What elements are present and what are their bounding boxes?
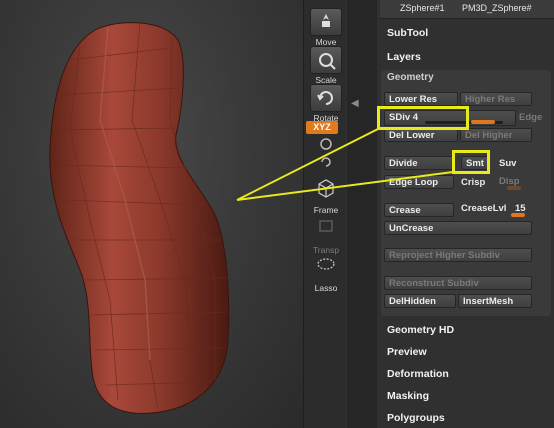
lasso-tool[interactable]: Lasso	[309, 256, 343, 293]
suv-toggle[interactable]: Suv	[499, 158, 516, 169]
sdiv-fill	[471, 120, 495, 124]
section-polygroups[interactable]: Polygroups	[387, 412, 445, 424]
section-layers[interactable]: Layers	[387, 51, 421, 63]
frame-label: Frame	[313, 205, 339, 215]
refresh-icon	[311, 154, 341, 180]
subtool-thumb-zsphere[interactable]: ZSphere#1	[400, 3, 445, 13]
section-preview[interactable]: Preview	[387, 346, 427, 358]
scale-icon	[310, 46, 342, 74]
higher-res-button[interactable]: Higher Res	[460, 92, 532, 106]
del-higher-button[interactable]: Del Higher	[460, 128, 532, 142]
transp-label: Transp	[312, 245, 340, 255]
del-lower-button[interactable]: Del Lower	[384, 128, 458, 142]
canvas-viewport[interactable]	[0, 0, 305, 428]
section-geometry-hd[interactable]: Geometry HD	[387, 324, 454, 336]
move-icon	[310, 8, 342, 36]
frame-tool[interactable]: Frame	[309, 178, 343, 215]
section-subtool[interactable]: SubTool	[387, 27, 428, 39]
disp-slider-fill	[507, 186, 521, 190]
tool-strip: Move Scale Rotate Frame Transp Lasso	[303, 0, 346, 428]
divide-button[interactable]: Divide	[384, 156, 454, 170]
tool-palette: ZSphere#1 PM3D_ZSphere# SubTool Layers G…	[377, 0, 554, 428]
sculpt-model[interactable]	[0, 0, 305, 428]
sdiv-highlight-box	[377, 106, 469, 130]
floor-tool[interactable]	[309, 154, 343, 180]
insert-mesh-button[interactable]: InsertMesh	[458, 294, 532, 308]
scale-tool[interactable]: Scale	[309, 46, 343, 85]
collapse-arrow-icon[interactable]: ◀	[351, 98, 359, 109]
reconstruct-subdiv-button[interactable]: Reconstruct Subdiv	[384, 276, 532, 290]
lasso-icon	[311, 256, 341, 282]
xyz-symmetry-toggle[interactable]: XYZ	[306, 121, 338, 134]
transp-icon	[311, 218, 341, 244]
edge-loop-button[interactable]: Edge Loop	[384, 175, 454, 189]
section-masking[interactable]: Masking	[387, 390, 429, 402]
del-hidden-button[interactable]: DelHidden	[384, 294, 456, 308]
move-tool[interactable]: Move	[309, 8, 343, 47]
lower-res-button[interactable]: Lower Res	[384, 92, 458, 106]
crease-button[interactable]: Crease	[384, 203, 454, 217]
uncrease-button[interactable]: UnCrease	[384, 221, 532, 235]
lasso-label: Lasso	[314, 283, 338, 293]
crisp-toggle[interactable]: Crisp	[461, 177, 485, 188]
frame-icon	[311, 178, 341, 204]
rotate-tool[interactable]: Rotate	[309, 84, 343, 123]
subtool-thumb-pm3d[interactable]: PM3D_ZSphere#	[462, 3, 532, 13]
smt-highlight-box	[452, 150, 490, 174]
subtool-thumbnail-bar: ZSphere#1 PM3D_ZSphere#	[380, 0, 554, 19]
reproject-higher-subdiv-button[interactable]: Reproject Higher Subdiv	[384, 248, 532, 262]
crease-level-label[interactable]: CreaseLvl	[461, 203, 506, 214]
section-deformation[interactable]: Deformation	[387, 368, 449, 380]
crease-level-fill	[511, 213, 525, 217]
edge-label: Edge	[519, 112, 543, 123]
transp-tool[interactable]: Transp	[309, 218, 343, 255]
geometry-title[interactable]: Geometry	[387, 72, 434, 83]
panel-divider[interactable]: ◀	[347, 0, 377, 428]
rotate-icon	[310, 84, 342, 112]
